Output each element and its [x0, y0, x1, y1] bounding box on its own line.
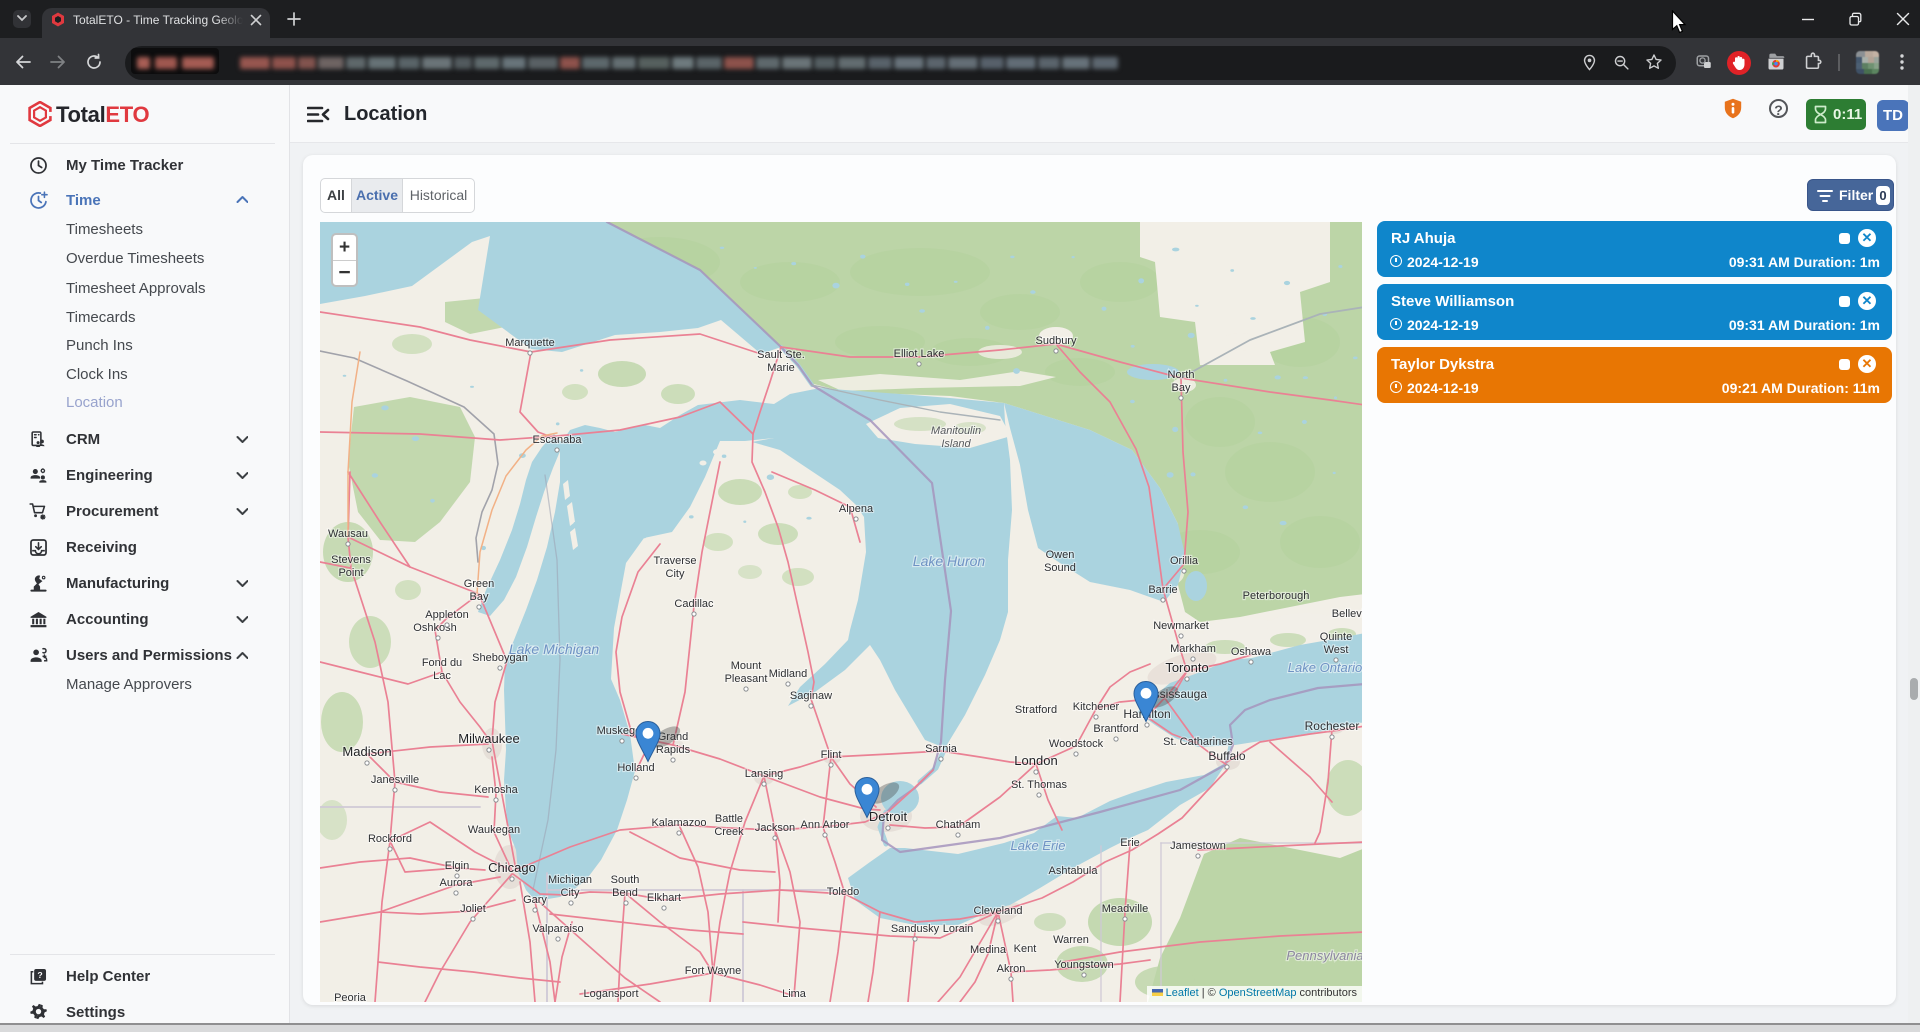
- svg-text:St. Catharines: St. Catharines: [1163, 736, 1233, 748]
- svg-text:Ann Arbor: Ann Arbor: [801, 819, 850, 831]
- svg-text:Alpena: Alpena: [839, 503, 874, 515]
- svg-text:Lansing: Lansing: [745, 768, 784, 780]
- svg-text:Sound: Sound: [1044, 562, 1076, 574]
- svg-text:Barrie: Barrie: [1148, 584, 1177, 596]
- svg-text:St. Thomas: St. Thomas: [1011, 779, 1068, 791]
- svg-text:Kitchener: Kitchener: [1073, 701, 1120, 713]
- svg-text:Ashtabula: Ashtabula: [1049, 865, 1099, 877]
- svg-text:Stevens: Stevens: [331, 554, 371, 566]
- svg-text:Rockford: Rockford: [368, 833, 412, 845]
- svg-text:Chicago: Chicago: [488, 860, 536, 875]
- svg-text:Elgin: Elgin: [445, 860, 469, 872]
- svg-text:Stratford: Stratford: [1015, 704, 1057, 716]
- svg-text:Toronto: Toronto: [1165, 660, 1208, 675]
- svg-text:Michigan: Michigan: [548, 874, 592, 886]
- svg-text:Battle: Battle: [715, 813, 743, 825]
- svg-text:Buffalo: Buffalo: [1208, 749, 1245, 763]
- svg-text:Lake Huron: Lake Huron: [913, 553, 986, 569]
- svg-text:Cadillac: Cadillac: [674, 598, 714, 610]
- svg-text:Pleasant: Pleasant: [725, 673, 768, 685]
- svg-text:Traverse: Traverse: [654, 555, 697, 567]
- svg-text:Newmarket: Newmarket: [1153, 620, 1209, 632]
- svg-text:Cleveland: Cleveland: [974, 905, 1023, 917]
- svg-text:Quinte: Quinte: [1320, 631, 1352, 643]
- svg-text:Meadville: Meadville: [1102, 903, 1148, 915]
- svg-text:Lake Erie: Lake Erie: [1011, 838, 1066, 853]
- svg-text:Oshkosh: Oshkosh: [413, 622, 456, 634]
- svg-text:Point: Point: [338, 567, 363, 579]
- svg-text:Bellevi: Bellevi: [1332, 608, 1362, 620]
- svg-text:Owen: Owen: [1046, 549, 1075, 561]
- svg-text:Elliot Lake: Elliot Lake: [894, 348, 945, 360]
- svg-text:Midland: Midland: [769, 668, 808, 680]
- svg-text:Holland: Holland: [617, 762, 654, 774]
- svg-text:Madison: Madison: [342, 744, 391, 759]
- svg-text:Janesville: Janesville: [371, 774, 419, 786]
- svg-text:Oshawa: Oshawa: [1231, 646, 1272, 658]
- svg-text:Fond du: Fond du: [422, 657, 462, 669]
- svg-text:?: ?: [37, 970, 42, 980]
- svg-text:Peterborough: Peterborough: [1243, 590, 1310, 602]
- svg-text:Joliet: Joliet: [460, 903, 486, 915]
- svg-text:North: North: [1168, 369, 1195, 381]
- svg-text:Green: Green: [464, 578, 495, 590]
- svg-text:Mount: Mount: [731, 660, 762, 672]
- svg-text:London: London: [1014, 753, 1057, 768]
- svg-text:Gary: Gary: [523, 894, 547, 906]
- svg-text:Rochester: Rochester: [1305, 719, 1360, 733]
- svg-text:Erie: Erie: [1120, 837, 1140, 849]
- svg-text:Manitoulin: Manitoulin: [931, 425, 981, 437]
- svg-text:Bend: Bend: [612, 887, 638, 899]
- svg-text:Escanaba: Escanaba: [533, 434, 583, 446]
- svg-text:City: City: [561, 887, 580, 899]
- svg-text:Kenosha: Kenosha: [474, 784, 518, 796]
- svg-text:Peoria: Peoria: [334, 992, 367, 1002]
- svg-text:City: City: [666, 568, 685, 580]
- svg-text:Pennsylvania: Pennsylvania: [1286, 948, 1362, 963]
- svg-text:Toledo: Toledo: [827, 886, 859, 898]
- svg-text:Warren: Warren: [1053, 934, 1089, 946]
- svg-text:Flint: Flint: [821, 749, 842, 761]
- svg-text:Kent: Kent: [1014, 943, 1037, 955]
- svg-text:Valparaiso: Valparaiso: [532, 923, 583, 935]
- svg-text:Detroit: Detroit: [869, 809, 908, 824]
- svg-text:Sudbury: Sudbury: [1036, 335, 1077, 347]
- svg-text:Fort Wayne: Fort Wayne: [685, 965, 741, 977]
- svg-text:West: West: [1324, 644, 1349, 656]
- svg-text:Lorain: Lorain: [943, 923, 974, 935]
- svg-text:Bay: Bay: [470, 591, 489, 603]
- svg-text:Marie: Marie: [767, 362, 795, 374]
- svg-text:Elkhart: Elkhart: [647, 892, 681, 904]
- svg-text:Jackson: Jackson: [755, 822, 795, 834]
- svg-text:Medina: Medina: [970, 944, 1007, 956]
- svg-text:Youngstown: Youngstown: [1054, 959, 1114, 971]
- svg-text:Sandusky: Sandusky: [891, 923, 940, 935]
- svg-text:Appleton: Appleton: [425, 609, 468, 621]
- svg-text:Lac: Lac: [433, 670, 451, 682]
- svg-text:Marquette: Marquette: [505, 337, 555, 349]
- svg-text:Brantford: Brantford: [1093, 723, 1138, 735]
- svg-text:Bay: Bay: [1172, 382, 1191, 394]
- svg-text:Lake Michigan: Lake Michigan: [509, 641, 599, 657]
- svg-text:Milwaukee: Milwaukee: [458, 731, 519, 746]
- svg-text:Saginaw: Saginaw: [790, 690, 832, 702]
- svg-text:Lima: Lima: [782, 988, 807, 1000]
- svg-text:Jamestown: Jamestown: [1170, 840, 1226, 852]
- svg-text:Orillia: Orillia: [1170, 555, 1199, 567]
- svg-text:Logansport: Logansport: [583, 988, 638, 1000]
- svg-text:Chatham: Chatham: [936, 819, 981, 831]
- svg-text:Woodstock: Woodstock: [1049, 738, 1104, 750]
- svg-text:Island: Island: [941, 438, 971, 450]
- svg-text:Creek: Creek: [714, 826, 744, 838]
- svg-text:Waukegan: Waukegan: [468, 824, 520, 836]
- svg-text:Lake Ontario: Lake Ontario: [1288, 660, 1362, 675]
- svg-text:Wausau: Wausau: [328, 528, 368, 540]
- svg-text:South: South: [611, 874, 640, 886]
- svg-text:Kalamazoo: Kalamazoo: [651, 817, 706, 829]
- svg-text:Akron: Akron: [997, 963, 1026, 975]
- svg-text:Sarnia: Sarnia: [925, 743, 958, 755]
- svg-text:Markham: Markham: [1170, 643, 1216, 655]
- svg-text:Aurora: Aurora: [439, 877, 473, 889]
- svg-text:Sault Ste.: Sault Ste.: [757, 349, 805, 361]
